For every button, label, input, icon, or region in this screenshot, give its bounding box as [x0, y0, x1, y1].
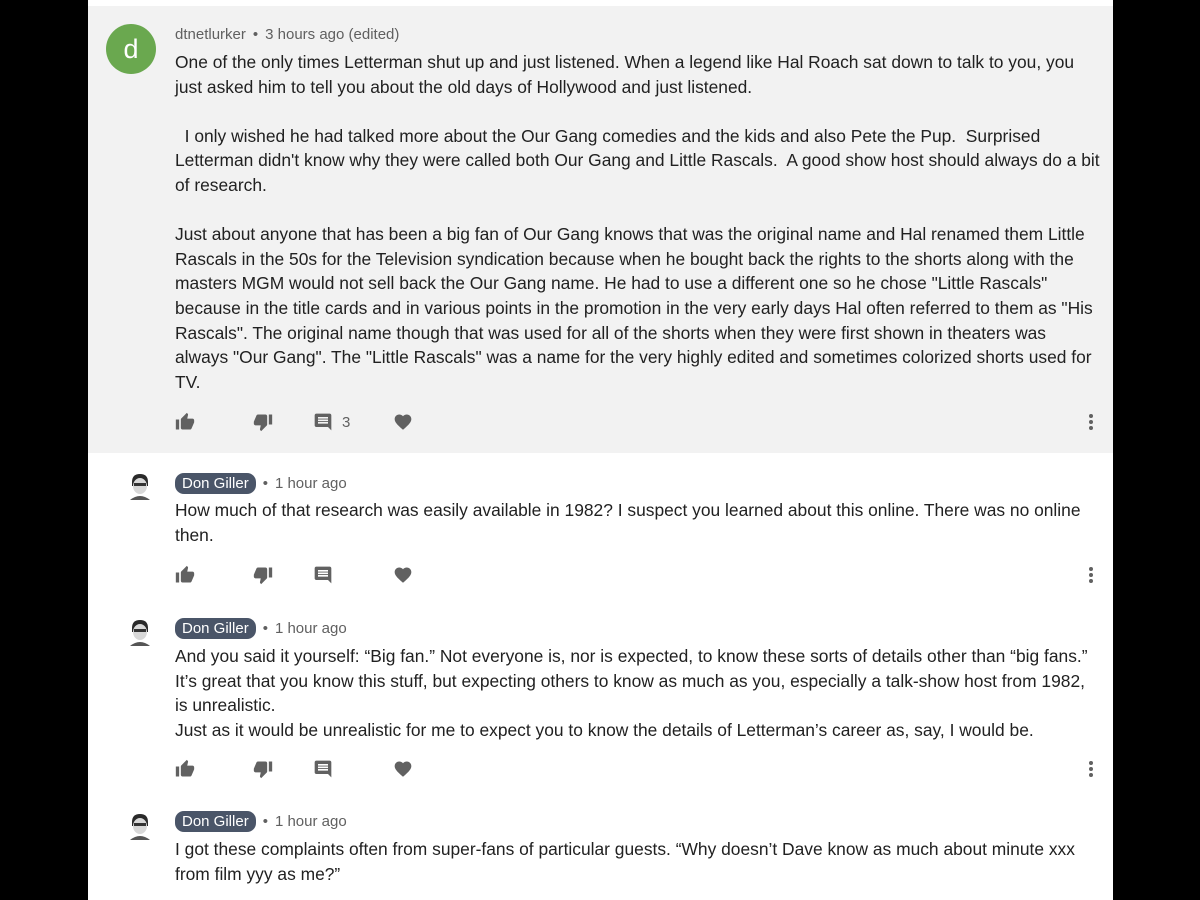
- avatar[interactable]: [128, 812, 152, 840]
- comment-text: One of the only times Letterman shut up …: [175, 50, 1100, 394]
- like-button[interactable]: [175, 565, 195, 585]
- like-button[interactable]: [175, 759, 195, 779]
- reply-item: Don Giller • 1 hour ago And you said it …: [88, 601, 1113, 795]
- reply-button[interactable]: [313, 759, 333, 779]
- comment-paragraph: Just as it would be unrealistic for me t…: [175, 719, 1034, 740]
- more-options-button[interactable]: [1087, 565, 1095, 590]
- heart-icon: [394, 567, 412, 583]
- thumbs-up-icon: [175, 565, 195, 583]
- comment-text: How much of that research was easily ava…: [175, 498, 1100, 547]
- timestamp[interactable]: 1 hour ago: [275, 620, 347, 637]
- comment-thread-item: d dtnetlurker • 3 hours ago (edited) One…: [88, 6, 1113, 453]
- reply-button[interactable]: [313, 565, 333, 585]
- comment-icon: [314, 760, 332, 778]
- thumbs-up-icon: [175, 759, 195, 777]
- comment-paragraph: Just about anyone that has been a big fa…: [175, 224, 1093, 392]
- thumbs-down-icon: [253, 414, 273, 432]
- comments-page: d dtnetlurker • 3 hours ago (edited) One…: [88, 0, 1113, 900]
- like-button[interactable]: [175, 412, 195, 432]
- comment-paragraph: And you said it yourself: “Big fan.” Not…: [175, 646, 1088, 716]
- comment-actions: [175, 759, 1095, 783]
- comment-paragraph: I got these complaints often from super-…: [175, 839, 1075, 884]
- reply-item: Don Giller • 1 hour ago I got these comp…: [88, 795, 1113, 900]
- author-name[interactable]: Don Giller: [175, 473, 256, 494]
- timestamp[interactable]: 1 hour ago: [275, 475, 347, 492]
- comment-icon: [314, 566, 332, 584]
- avatar[interactable]: d: [106, 24, 156, 74]
- thumbs-up-icon: [175, 412, 195, 430]
- thumbs-down-icon: [253, 761, 273, 779]
- comment-paragraph: How much of that research was easily ava…: [175, 500, 1081, 545]
- dislike-button[interactable]: [253, 759, 273, 779]
- comment-meta: Don Giller • 1 hour ago: [175, 811, 347, 832]
- comment-meta: dtnetlurker • 3 hours ago (edited): [175, 26, 399, 43]
- heart-button[interactable]: [393, 759, 413, 779]
- comment-text: I got these complaints often from super-…: [175, 837, 1100, 886]
- more-vert-icon: [1089, 761, 1093, 777]
- author-name[interactable]: Don Giller: [175, 618, 256, 639]
- dislike-button[interactable]: [253, 412, 273, 432]
- reply-item: Don Giller • 1 hour ago How much of that…: [88, 453, 1113, 601]
- comment-text: And you said it yourself: “Big fan.” Not…: [175, 644, 1100, 742]
- heart-icon: [394, 414, 412, 430]
- timestamp[interactable]: 3 hours ago (edited): [265, 26, 399, 43]
- comment-meta: Don Giller • 1 hour ago: [175, 473, 347, 494]
- more-vert-icon: [1089, 567, 1093, 583]
- thumbs-down-icon: [253, 567, 273, 585]
- comment-actions: [175, 565, 1095, 589]
- author-name[interactable]: dtnetlurker: [175, 26, 246, 43]
- more-options-button[interactable]: [1087, 759, 1095, 784]
- more-vert-icon: [1089, 414, 1093, 430]
- reply-count: 3: [342, 413, 351, 431]
- heart-button[interactable]: [393, 565, 413, 585]
- heart-button[interactable]: [393, 412, 413, 432]
- separator-dot: •: [262, 620, 268, 637]
- comment-icon: [314, 413, 332, 431]
- comment-paragraph: One of the only times Letterman shut up …: [175, 52, 1075, 97]
- comment-meta: Don Giller • 1 hour ago: [175, 618, 347, 639]
- reply-button[interactable]: 3: [313, 412, 350, 432]
- dislike-button[interactable]: [253, 565, 273, 585]
- avatar[interactable]: [128, 472, 152, 500]
- separator-dot: •: [252, 26, 259, 43]
- comment-actions: 3: [175, 412, 1095, 436]
- author-name[interactable]: Don Giller: [175, 811, 256, 832]
- timestamp[interactable]: 1 hour ago: [275, 813, 347, 830]
- avatar[interactable]: [128, 618, 152, 646]
- separator-dot: •: [262, 813, 268, 830]
- separator-dot: •: [262, 475, 268, 492]
- heart-icon: [394, 761, 412, 777]
- more-options-button[interactable]: [1087, 412, 1095, 437]
- comment-paragraph: I only wished he had talked more about t…: [175, 125, 1105, 195]
